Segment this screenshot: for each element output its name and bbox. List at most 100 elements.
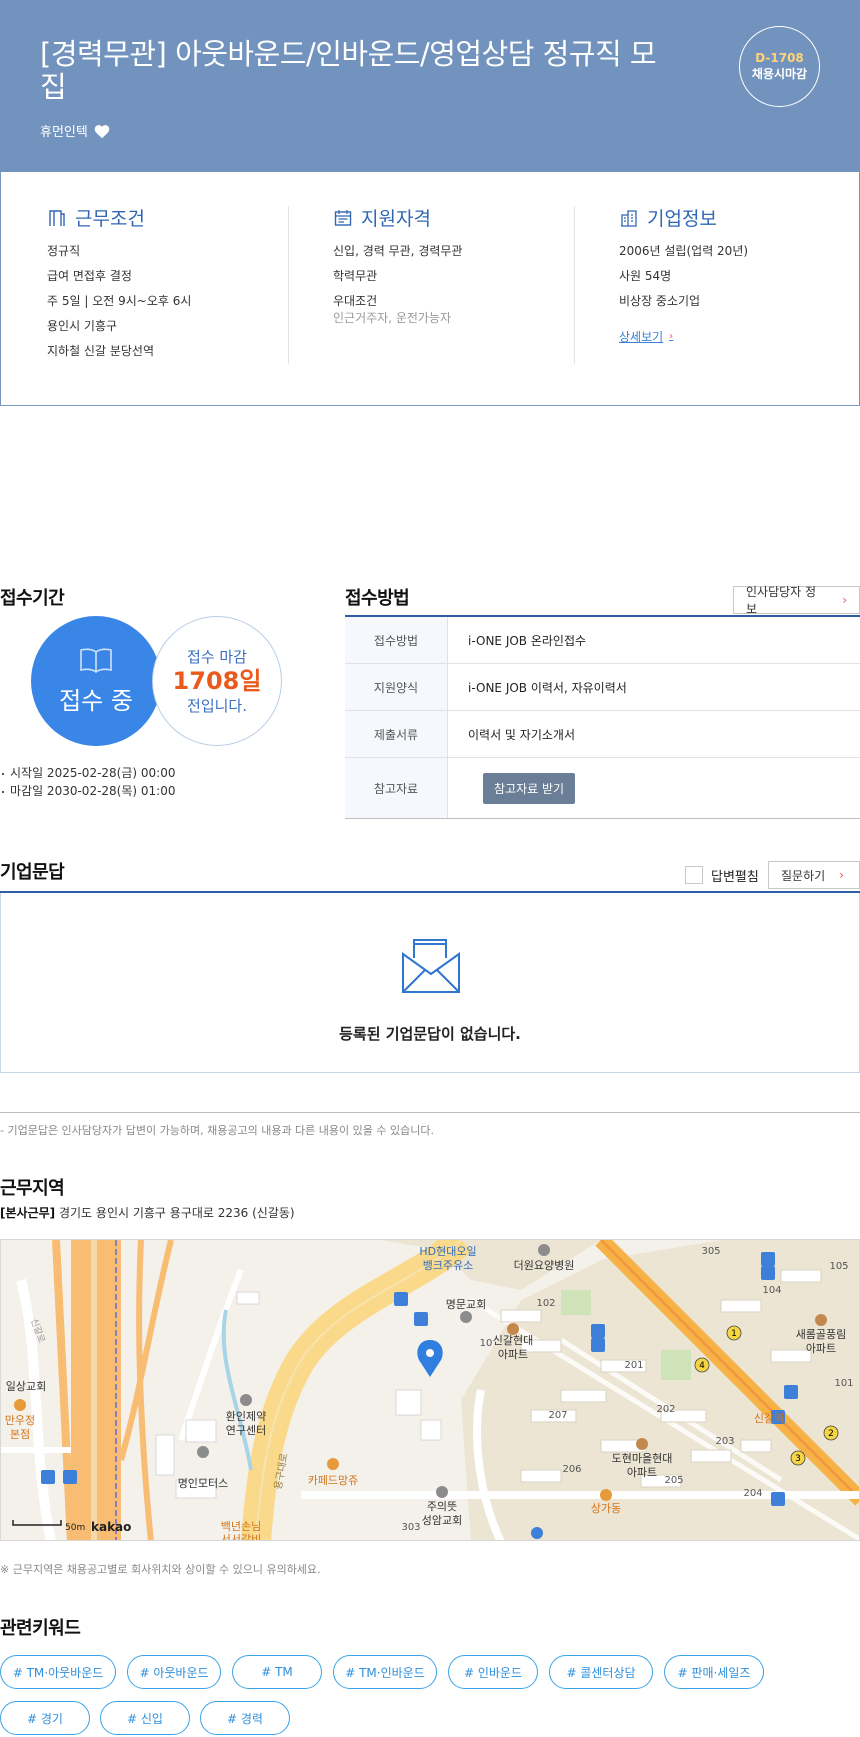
map-label: 아파트 (627, 1466, 657, 1479)
work-conditions-title: 근무조건 (75, 208, 145, 230)
row-header: 지원양식 (345, 664, 448, 710)
remaining-days: 1708일 (172, 667, 262, 695)
map-building-number: 207 (548, 1410, 567, 1421)
keyword-tag[interactable]: # 판매·세일즈 (664, 1655, 764, 1689)
keyword-tag[interactable]: # 인바운드 (448, 1655, 538, 1689)
map-canvas[interactable]: 1 4 2 3 HD현대오일 뱅크주유소 더원요양병원 명문교회 신갈현대 아파… (1, 1240, 860, 1541)
work-item: 지하철 신갈 분당선역 (47, 344, 154, 358)
map-label: 연구센터 (226, 1424, 266, 1437)
map-building-number: 105 (829, 1261, 848, 1272)
work-item: 용인시 기흥구 (47, 319, 118, 333)
map-label: 본점 (10, 1428, 30, 1441)
table-row: 참고자료 참고자료 받기 (345, 758, 860, 818)
company-info: 기업정보 2006년 설립(업력 20년) 사원 54명 비상장 중소기업 상세… (619, 204, 860, 345)
work-item: 정규직 (47, 244, 81, 258)
company-name-row: 휴먼인텍 (40, 121, 111, 140)
keyword-tag[interactable]: # 아웃바운드 (127, 1655, 221, 1689)
scale-label: 50m (65, 1523, 85, 1533)
table-row: 접수방법 i-ONE JOB 온라인접수 (345, 617, 860, 664)
map-label: 백년손님 (221, 1520, 261, 1533)
qualifications-title: 지원자격 (361, 208, 431, 230)
chevron-right-icon: › (669, 331, 674, 342)
keyword-tag[interactable]: # TM·인바운드 (333, 1655, 437, 1689)
svg-text:4: 4 (699, 1361, 705, 1371)
map-label: 명인모터스 (178, 1477, 229, 1490)
qualification-item: 신입, 경력 무관, 경력무관 (333, 244, 463, 258)
map-building-number: 202 (656, 1404, 675, 1415)
job-title: [경력무관] 아웃바운드/인바운드/영업상담 정규직 모집 (40, 37, 657, 104)
scale-bar (12, 1520, 62, 1526)
row-value: i-ONE JOB 이력서, 자유이력서 (468, 680, 627, 695)
company-detail-link[interactable]: 상세보기 › (619, 328, 673, 345)
location-address-text: 경기도 용인시 기흥구 용구대로 2236 (신갈동) (58, 1206, 295, 1220)
qa-empty-box: 등록된 기업문답이 없습니다. (0, 893, 860, 1073)
row-header: 접수방법 (345, 617, 448, 663)
preference-detail: 인근거주자, 운전가능자 (333, 311, 452, 325)
remaining-prefix: 접수 마감 (187, 648, 247, 666)
heart-icon[interactable] (93, 123, 111, 139)
ask-question-label: 질문하기 (781, 868, 826, 883)
company-detail-label: 상세보기 (619, 330, 664, 344)
dday-count: D-1708 (755, 51, 804, 65)
qa-note: - 기업문답은 인사담당자가 답변이 가능하며, 채용공고의 내용과 다른 내용… (0, 1124, 434, 1137)
location-address: [본사근무] 경기도 용인시 기흥구 용구대로 2236 (신갈동) (0, 1204, 295, 1221)
keyword-tag[interactable]: # TM·아웃바운드 (0, 1655, 116, 1689)
method-title: 접수방법 (345, 588, 410, 609)
location-note: ※ 근무지역은 채용공고별로 회사위치와 상이할 수 있으니 유의하세요. (0, 1563, 321, 1576)
map-label: 뱅크주유소 (423, 1259, 474, 1272)
keyword-tag[interactable]: # 콜센터상담 (549, 1655, 653, 1689)
row-header: 참고자료 (345, 758, 448, 818)
table-row: 제출서류 이력서 및 자기소개서 (345, 711, 860, 758)
company-item: 사원 54명 (619, 269, 672, 283)
map-label[interactable]: 신갈역 (754, 1411, 784, 1425)
qa-title: 기업문답 (0, 862, 65, 883)
divider (0, 1112, 860, 1113)
dday-badge: D-1708 채용시마감 (739, 26, 820, 107)
status-label: 접수 중 (59, 686, 133, 715)
work-item: 급여 면접후 결정 (47, 269, 132, 283)
start-date: 시작일 2025-02-28(금) 00:00 (0, 764, 175, 782)
status-circle: 접수 중 (31, 616, 161, 746)
keyword-tag[interactable]: # TM (232, 1655, 322, 1689)
row-value: 이력서 및 자기소개서 (468, 727, 575, 742)
chevron-right-icon: › (839, 868, 844, 882)
map-label: 만우정 (5, 1414, 35, 1427)
map-label: 새롬골풍림 (796, 1328, 847, 1341)
map-building-number: 10 (480, 1338, 493, 1349)
work-conditions: 근무조건 정규직 급여 면접후 결정 주 5일 | 오전 9시~오후 6시 용인… (47, 204, 307, 368)
keyword-tag[interactable]: # 경력 (200, 1701, 290, 1735)
expand-answers-checkbox[interactable] (685, 866, 703, 884)
map-label: 상가동 (591, 1502, 621, 1515)
divider (574, 206, 575, 364)
map-building-number: 201 (624, 1360, 643, 1371)
door-icon (49, 209, 65, 226)
ask-question-button[interactable]: 질문하기 › (768, 861, 860, 889)
map-building-number: 104 (762, 1285, 781, 1296)
building-icon (621, 209, 637, 227)
chevron-right-icon: › (842, 593, 847, 607)
period-title: 접수기간 (0, 588, 65, 609)
method-table: 접수방법 i-ONE JOB 온라인접수 지원양식 i-ONE JOB 이력서,… (345, 615, 860, 819)
keyword-tag[interactable]: # 신입 (100, 1701, 190, 1735)
location-tag: [본사근무] (0, 1206, 56, 1220)
map-building-number: 205 (664, 1475, 683, 1486)
company-name[interactable]: 휴먼인텍 (40, 121, 88, 140)
svg-text:1: 1 (731, 1329, 737, 1339)
map-label: 신갈현대 (493, 1333, 533, 1347)
expand-answers-label[interactable]: 답변펼침 (711, 866, 759, 885)
dday-label: 채용시마감 (751, 67, 808, 81)
job-summary: 근무조건 정규직 급여 면접후 결정 주 5일 | 오전 9시~오후 6시 용인… (0, 172, 860, 406)
map-label: 도현마을현대 (612, 1452, 673, 1465)
hr-info-button[interactable]: 인사담당자 정보 › (733, 585, 860, 616)
keyword-tag[interactable]: # 경기 (0, 1701, 90, 1735)
reference-download-button[interactable]: 참고자료 받기 (483, 772, 576, 804)
row-header: 제출서류 (345, 711, 448, 757)
row-value: 참고자료 받기 (448, 758, 860, 818)
map-label: 성암교회 (422, 1514, 462, 1527)
location-map[interactable]: 1 4 2 3 HD현대오일 뱅크주유소 더원요양병원 명문교회 신갈현대 아파… (0, 1239, 860, 1541)
remaining-suffix: 전입니다. (187, 697, 247, 715)
period-dates: 시작일 2025-02-28(금) 00:00 마감일 2030-02-28(목… (0, 764, 175, 800)
company-item: 2006년 설립(업력 20년) (619, 244, 749, 258)
qa-empty-message: 등록된 기업문답이 없습니다. (339, 1025, 521, 1043)
svg-text:2: 2 (828, 1429, 834, 1439)
